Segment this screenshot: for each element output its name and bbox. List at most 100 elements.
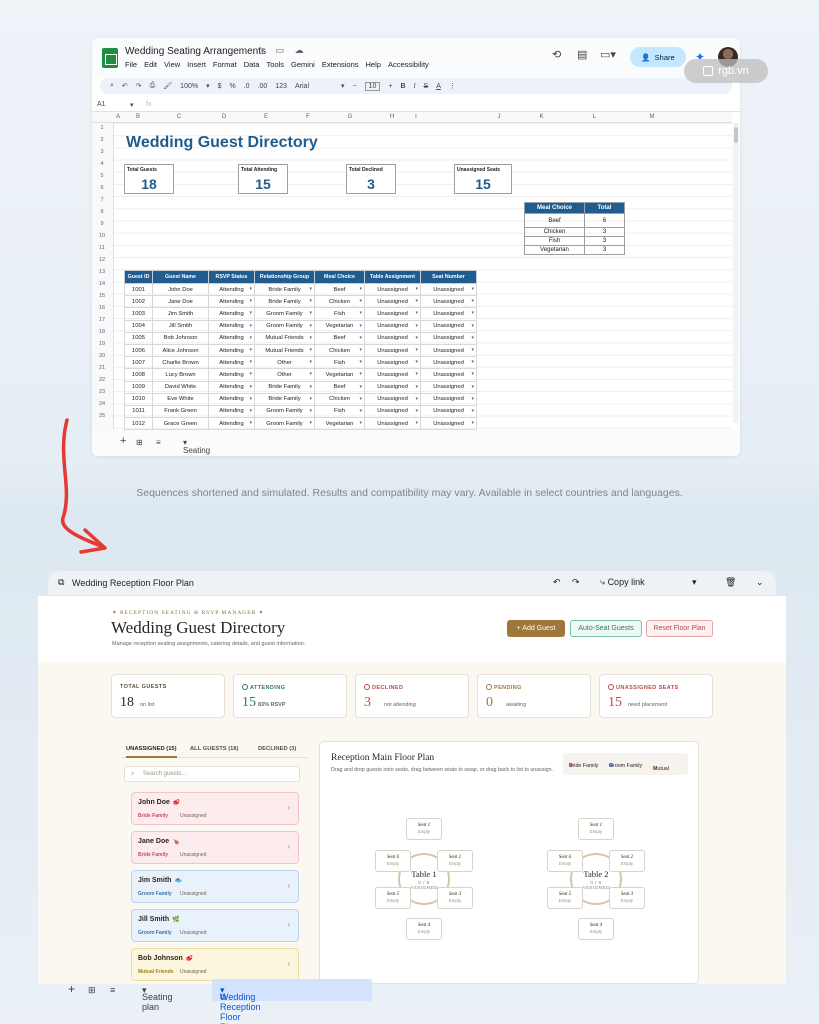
sheet-tab-seating-plan[interactable]: Seating plan ▾	[142, 985, 173, 1012]
column-header[interactable]: A	[114, 114, 122, 120]
guest-cell[interactable]: Chicken	[314, 295, 365, 309]
guest-cell[interactable]: John Doe	[152, 282, 209, 297]
strikethrough-icon[interactable]: S	[424, 83, 429, 90]
guest-cell[interactable]: Unassigned	[420, 404, 477, 419]
guest-cell[interactable]: Unassigned	[420, 417, 477, 430]
guest-cell[interactable]: Unassigned	[364, 404, 421, 419]
column-header[interactable]: K	[516, 114, 567, 120]
guest-cell[interactable]: Chicken	[314, 392, 365, 406]
column-header[interactable]: D	[204, 114, 244, 120]
guest-cell[interactable]: Bride Family	[254, 282, 315, 297]
row-header[interactable]: 3	[92, 149, 112, 155]
guest-card[interactable]: Jim Smith 🐟 Groom Family Unassigned ›	[131, 870, 299, 903]
guest-cell[interactable]: Groom Family	[254, 417, 315, 430]
menu-item[interactable]: Edit	[144, 60, 157, 69]
guest-cell[interactable]: Jane Doe	[152, 295, 209, 309]
row-header[interactable]: 17	[92, 317, 112, 323]
add-guest-button[interactable]: + Add Guest	[507, 620, 565, 637]
text-color-icon[interactable]: A	[436, 83, 441, 90]
row-header[interactable]: 22	[92, 377, 112, 383]
guest-card[interactable]: Bob Johnson 🥩 Mutual Friends Unassigned ›	[131, 948, 299, 981]
paint-format-icon[interactable]: 🖌	[163, 82, 172, 90]
vertical-scrollbar[interactable]	[733, 123, 739, 423]
guest-card[interactable]: Jane Doe 🍗 Bride Family Unassigned ›	[131, 831, 299, 864]
print-icon[interactable]: ⎙	[150, 82, 156, 90]
minus-icon[interactable]: −	[353, 83, 357, 90]
guest-cell[interactable]: 1010	[124, 392, 153, 406]
guest-cell[interactable]: 1004	[124, 319, 153, 333]
guest-cell[interactable]: Mutual Friends	[254, 331, 315, 345]
guest-cell[interactable]: Attending	[208, 307, 255, 321]
column-header[interactable]: M	[622, 114, 682, 120]
undo-icon[interactable]: ↶	[553, 577, 561, 588]
row-header[interactable]: 13	[92, 269, 112, 275]
meal-cell[interactable]: 3	[584, 245, 625, 255]
guest-cell[interactable]: 1001	[124, 282, 153, 297]
row-header[interactable]: 23	[92, 389, 112, 395]
guest-cell[interactable]: Unassigned	[420, 356, 477, 370]
row-header[interactable]: 18	[92, 329, 112, 335]
chevron-down-icon[interactable]: ▾	[692, 577, 697, 588]
seat-slot[interactable]: Seat 4 Empty	[406, 918, 442, 940]
row-header[interactable]: 10	[92, 233, 112, 239]
guest-cell[interactable]: Unassigned	[420, 343, 477, 358]
row-header[interactable]: 6	[92, 185, 112, 191]
add-sheet-icon[interactable]: +	[68, 982, 75, 996]
chevron-down-icon[interactable]: ⌄	[756, 577, 764, 588]
guest-cell[interactable]: Beef	[314, 331, 365, 345]
guest-cell[interactable]: 1003	[124, 307, 153, 321]
row-header[interactable]: 11	[92, 245, 112, 251]
zoom-select[interactable]: 100%	[180, 83, 198, 90]
search-input[interactable]: ⌕ Search guests...	[124, 766, 300, 782]
meal-cell[interactable]: 3	[584, 236, 625, 246]
row-header[interactable]: 8	[92, 209, 112, 215]
guest-card[interactable]: John Doe 🥩 Bride Family Unassigned ›	[131, 792, 299, 825]
seat-slot[interactable]: Seat 6 Empty	[547, 850, 583, 872]
row-header[interactable]: 14	[92, 281, 112, 287]
comments-icon[interactable]: ▤	[577, 48, 587, 61]
guest-cell[interactable]: Unassigned	[420, 331, 477, 345]
guest-cell[interactable]: Unassigned	[364, 380, 421, 394]
undo-icon[interactable]: ↶	[122, 82, 128, 90]
row-header[interactable]: 12	[92, 257, 112, 263]
guest-cell[interactable]: Unassigned	[364, 295, 421, 309]
guest-cell[interactable]: Vegetarian	[314, 319, 365, 333]
search-icon[interactable]: ⌕	[110, 82, 114, 90]
seat-slot[interactable]: Seat 3 Empty	[437, 887, 473, 909]
menu-item[interactable]: Gemini	[291, 60, 315, 69]
guest-cell[interactable]: Alice Johnson	[152, 343, 209, 358]
guest-cell[interactable]: Attending	[208, 282, 255, 297]
column-header[interactable]: F	[288, 114, 328, 120]
guest-cell[interactable]: Unassigned	[364, 356, 421, 370]
seat-slot[interactable]: Seat 1 Empty	[406, 818, 442, 840]
row-header[interactable]: 19	[92, 341, 112, 347]
menu-item[interactable]: Format	[213, 60, 237, 69]
guest-cell[interactable]: Charlie Brown	[152, 356, 209, 370]
guest-cell[interactable]: 1007	[124, 356, 153, 370]
guest-cell[interactable]: Eve White	[152, 392, 209, 406]
menu-item[interactable]: Accessibility	[388, 60, 429, 69]
sheet-view-icon[interactable]: ⊞	[88, 985, 96, 996]
sheets-logo-icon[interactable]	[102, 48, 118, 68]
menu-item[interactable]: Help	[366, 60, 381, 69]
tab-all-guests[interactable]: ALL GUESTS (18)	[190, 746, 239, 752]
seat-slot[interactable]: Seat 4 Empty	[578, 918, 614, 940]
guest-cell[interactable]: Attending	[208, 417, 255, 430]
row-header[interactable]: 4	[92, 161, 112, 167]
seat-slot[interactable]: Seat 5 Empty	[375, 887, 411, 909]
italic-icon[interactable]: I	[414, 83, 416, 90]
increase-decimal-button[interactable]: .00	[258, 83, 268, 90]
guest-cell[interactable]: Vegetarian	[314, 368, 365, 382]
column-header[interactable]: I	[412, 114, 420, 120]
guest-cell[interactable]: Groom Family	[254, 319, 315, 333]
guest-cell[interactable]: 1011	[124, 404, 153, 419]
guest-cell[interactable]: 1009	[124, 380, 153, 394]
bold-icon[interactable]: B	[401, 83, 406, 90]
menu-item[interactable]: Insert	[187, 60, 206, 69]
guest-cell[interactable]: 1002	[124, 295, 153, 309]
column-header[interactable]: J	[482, 114, 516, 120]
all-sheets-icon[interactable]: ≡	[110, 985, 115, 995]
star-folder-cloud-icons[interactable]: ☆ ▭ ☁	[257, 45, 308, 56]
guest-cell[interactable]: Unassigned	[420, 380, 477, 394]
guest-cell[interactable]: Unassigned	[420, 282, 477, 297]
